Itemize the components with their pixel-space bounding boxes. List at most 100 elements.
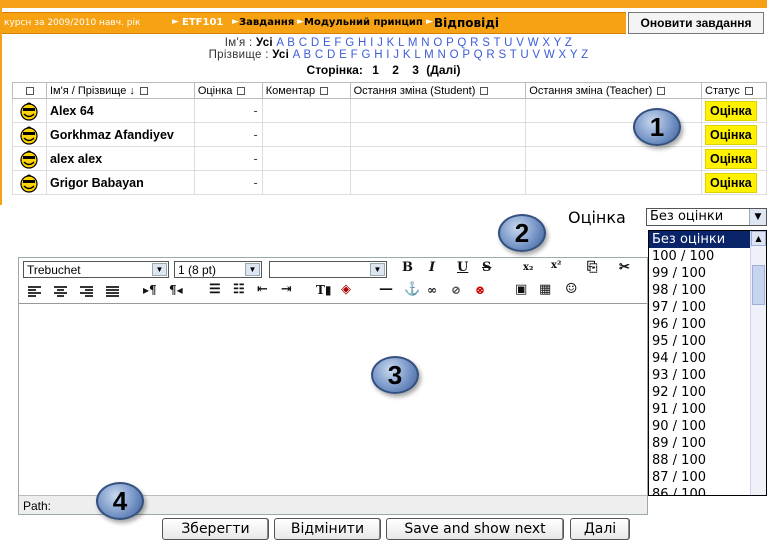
grade-option[interactable]: 98 / 100 xyxy=(649,282,766,299)
letter-link[interactable]: K xyxy=(399,49,411,61)
letter-link[interactable]: J xyxy=(390,49,400,61)
letter-link[interactable]: B xyxy=(300,49,311,61)
grade-option[interactable]: 96 / 100 xyxy=(649,316,766,333)
collapse-icon[interactable] xyxy=(320,86,329,95)
letter-link[interactable]: L xyxy=(411,49,421,61)
letter-link[interactable]: E xyxy=(336,49,347,61)
nolink-icon[interactable]: ⊗ xyxy=(475,283,485,297)
letter-link[interactable]: N xyxy=(418,37,430,49)
grade-option[interactable]: 90 / 100 xyxy=(649,418,766,435)
letter-link[interactable]: J xyxy=(374,37,384,49)
collapse-icon[interactable] xyxy=(139,86,148,95)
smiley-icon[interactable]: ☺ xyxy=(565,281,578,297)
letter-link[interactable]: S xyxy=(495,49,506,61)
letter-link[interactable]: O xyxy=(446,49,459,61)
font-size-select[interactable]: 1 (8 pt) ▼ xyxy=(174,261,262,278)
grade-button[interactable]: Оцінка xyxy=(705,172,757,193)
editor-text-area[interactable] xyxy=(19,305,647,495)
grade-button[interactable]: Оцінка xyxy=(705,148,757,169)
letter-link[interactable]: L xyxy=(395,37,405,49)
letter-link[interactable]: P xyxy=(459,49,470,61)
collapse-icon[interactable] xyxy=(744,86,753,95)
letter-link[interactable]: E xyxy=(319,37,331,49)
letter-link[interactable]: R xyxy=(467,37,479,49)
letter-link[interactable]: Y xyxy=(567,49,578,61)
letter-link[interactable]: F xyxy=(347,49,358,61)
subscript-icon[interactable]: x₂ xyxy=(523,262,533,273)
grade-option[interactable]: 87 / 100 xyxy=(649,469,766,486)
collapse-icon[interactable] xyxy=(237,86,246,95)
letter-link[interactable]: W xyxy=(524,37,539,49)
letter-link[interactable]: I xyxy=(367,37,374,49)
grade-button[interactable]: Оцінка xyxy=(705,124,757,145)
align-center-icon[interactable] xyxy=(53,285,68,298)
letter-link[interactable]: Y xyxy=(550,37,561,49)
letter-link[interactable]: Z xyxy=(578,49,589,61)
filter-all[interactable]: Усі xyxy=(272,49,289,61)
letter-link[interactable]: T xyxy=(506,49,517,61)
grade-option[interactable]: 93 / 100 xyxy=(649,367,766,384)
page-link[interactable]: 3 xyxy=(412,63,419,77)
letter-link[interactable]: G xyxy=(358,49,371,61)
indent-icon[interactable]: ⇥ xyxy=(281,282,292,297)
column-header-status[interactable]: Статус xyxy=(701,82,767,99)
letter-link[interactable]: H xyxy=(371,49,383,61)
link-icon[interactable]: ∞ xyxy=(427,283,437,297)
letter-link[interactable]: U xyxy=(501,37,513,49)
filter-all[interactable]: Усі xyxy=(256,37,273,49)
font-family-select[interactable]: Trebuchet ▼ xyxy=(23,261,169,278)
letter-link[interactable]: N xyxy=(434,49,446,61)
column-header-comment[interactable]: Коментар xyxy=(261,82,351,99)
letter-link[interactable]: G xyxy=(342,37,355,49)
grade-option[interactable]: 89 / 100 xyxy=(649,435,766,452)
align-justify-icon[interactable] xyxy=(105,285,120,298)
student-name[interactable]: alex alex xyxy=(45,146,195,171)
letter-links[interactable]: A B C D E F G H I J K L M N O P Q R S T … xyxy=(293,49,589,61)
letter-link[interactable]: V xyxy=(513,37,524,49)
chevron-down-icon[interactable]: ▼ xyxy=(152,263,167,276)
cancel-button[interactable]: Відмінити xyxy=(274,518,381,540)
letter-link[interactable]: Q xyxy=(470,49,483,61)
letter-link[interactable]: O xyxy=(430,37,443,49)
insert-image-icon[interactable]: ▣ xyxy=(515,282,527,297)
letter-link[interactable]: W xyxy=(540,49,555,61)
letter-link[interactable]: A xyxy=(276,37,283,49)
rtl-icon[interactable]: ¶◂ xyxy=(169,283,183,297)
page-link[interactable]: 1 xyxy=(372,63,379,77)
grade-select[interactable]: Без оцінки ▼ xyxy=(646,208,767,226)
save-button[interactable]: Зберегти xyxy=(162,518,269,540)
anchor-icon[interactable]: ⚓ xyxy=(404,282,420,297)
letter-link[interactable]: X xyxy=(539,37,550,49)
chevron-down-icon[interactable]: ▼ xyxy=(370,263,385,276)
letter-link[interactable]: D xyxy=(324,49,336,61)
letter-link[interactable]: S xyxy=(479,37,490,49)
grade-option[interactable]: 86 / 100 xyxy=(649,486,766,495)
page-link[interactable]: 2 xyxy=(392,63,399,77)
letter-link[interactable]: X xyxy=(555,49,567,61)
unordered-list-icon[interactable]: ☷ xyxy=(233,282,245,297)
grade-dropdown-list[interactable]: Без оцінки 100 / 100 99 / 100 98 / 100 97 / … xyxy=(648,230,767,496)
breadcrumb-course-code[interactable]: ETF101 xyxy=(182,17,223,28)
collapse-icon[interactable] xyxy=(480,86,489,95)
letter-link[interactable]: T xyxy=(490,37,501,49)
grade-option[interactable]: 95 / 100 xyxy=(649,333,766,350)
letter-link[interactable]: P xyxy=(443,37,454,49)
scrollbar-thumb[interactable] xyxy=(752,265,765,305)
letter-link[interactable]: C xyxy=(295,37,307,49)
ordered-list-icon[interactable]: ☰ xyxy=(209,282,221,297)
next-button[interactable]: Далі xyxy=(570,518,630,540)
chevron-up-icon[interactable]: ▲ xyxy=(751,231,766,246)
letter-link[interactable]: R xyxy=(483,49,495,61)
outdent-icon[interactable]: ⇤ xyxy=(257,282,268,297)
breadcrumb-assignments[interactable]: Завдання xyxy=(239,17,294,28)
letter-link[interactable]: D xyxy=(307,37,319,49)
format-select[interactable]: ▼ xyxy=(269,261,387,278)
letter-link[interactable]: Z xyxy=(561,37,572,49)
avatar-smiley-icon[interactable] xyxy=(17,149,41,169)
student-name[interactable]: Gorkhmaz Afandiyev xyxy=(45,122,195,147)
save-and-show-next-button[interactable]: Save and show next xyxy=(386,518,564,540)
unlink-icon[interactable]: ⊘ xyxy=(451,283,461,297)
horizontal-rule-icon[interactable]: — xyxy=(379,281,393,297)
chevron-down-icon[interactable]: ▼ xyxy=(749,209,766,225)
letter-link[interactable]: F xyxy=(331,37,342,49)
